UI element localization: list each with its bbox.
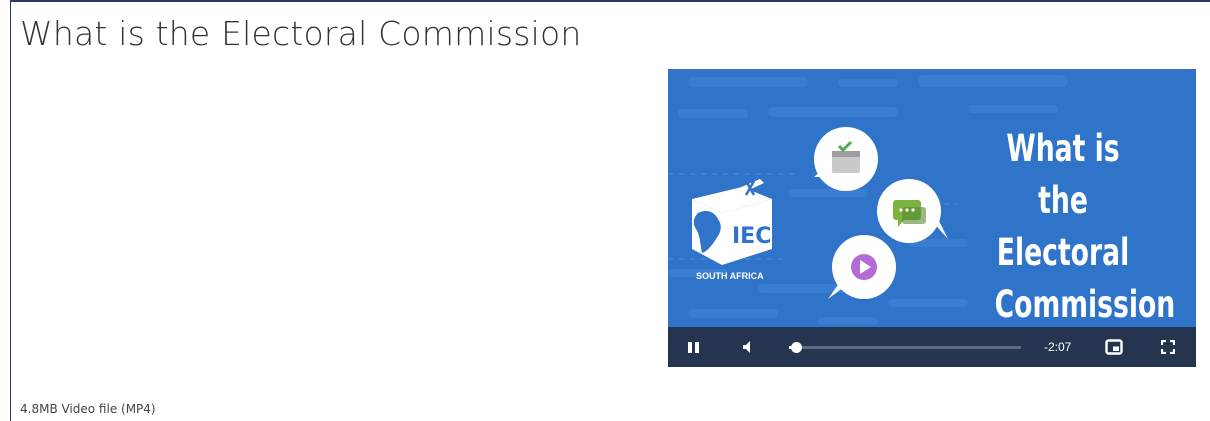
time-remaining: -2:07 <box>1044 340 1072 354</box>
thumbnail-title-line-3: Commission <box>994 283 1176 326</box>
play-bubble-icon <box>828 235 896 299</box>
page-title: What is the Electoral Commission <box>20 14 582 53</box>
video-player[interactable]: IEC SOUTH AFRICA What is the Electoral C… <box>668 69 1196 367</box>
iec-logo-text: IEC <box>732 224 771 249</box>
pause-button[interactable] <box>678 327 708 367</box>
volume-icon <box>743 341 750 353</box>
chat-bubble-icon <box>877 179 948 243</box>
pause-icon <box>687 341 699 353</box>
seek-bar[interactable] <box>789 342 1021 353</box>
seek-handle[interactable] <box>790 342 802 353</box>
video-control-bar: -2:07 <box>668 327 1196 367</box>
picture-in-picture-button[interactable] <box>1102 327 1126 367</box>
file-info: 4.8MB Video file (MP4) <box>20 402 156 416</box>
thumbnail-title-line-2: Electoral <box>996 231 1130 274</box>
thumbnail-title-line-1: What is the <box>1006 127 1120 222</box>
iec-logo: IEC SOUTH AFRICA <box>692 179 772 281</box>
calendar-bubble-icon <box>814 127 878 191</box>
fullscreen-icon <box>1161 340 1175 354</box>
mute-button[interactable] <box>733 327 763 367</box>
fullscreen-button[interactable] <box>1156 327 1180 367</box>
thumbnail-title: What is the Electoral Commission <box>994 123 1176 331</box>
picture-in-picture-icon <box>1105 339 1123 355</box>
iec-logo-subtext: SOUTH AFRICA <box>696 271 764 281</box>
